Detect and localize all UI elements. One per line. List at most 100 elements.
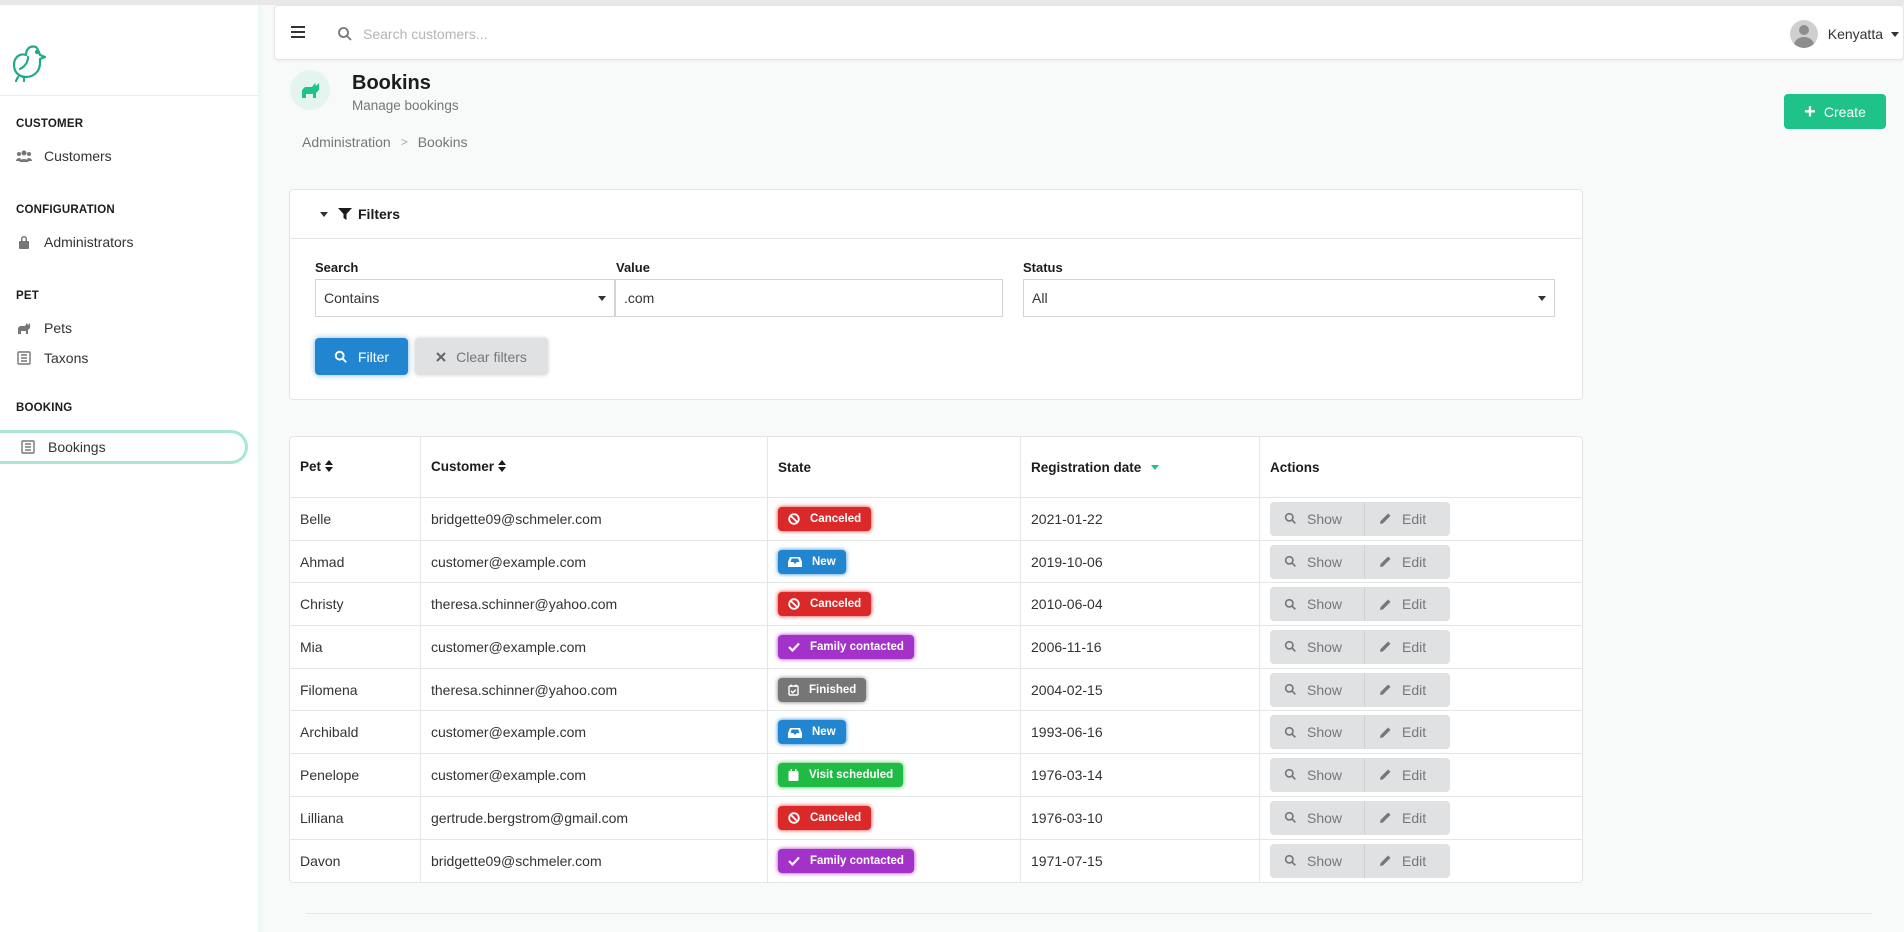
show-button[interactable]: Show xyxy=(1270,672,1364,707)
column-registration-date[interactable]: Registration date xyxy=(1021,437,1260,498)
pet-cell: Belle xyxy=(290,498,421,541)
table-row: Christy theresa.schinner@yahoo.com Cancele… xyxy=(290,583,1582,627)
customer-cell: customer@example.com xyxy=(421,626,768,669)
search-icon xyxy=(334,350,348,364)
sidebar-item-bookings[interactable]: Bookings xyxy=(0,430,248,464)
chevron-down-icon xyxy=(1891,31,1899,37)
search-icon xyxy=(1284,598,1297,611)
state-cell: New xyxy=(768,540,1021,584)
filter-button[interactable]: Filter xyxy=(315,338,408,375)
edit-button[interactable]: Edit xyxy=(1364,501,1450,536)
search-icon xyxy=(1284,683,1297,696)
user-menu[interactable]: Kenyatta xyxy=(1789,20,1903,48)
search-customers-input[interactable] xyxy=(363,20,963,48)
breadcrumb: Administration > Bookins xyxy=(302,134,468,150)
search-criteria-select[interactable]: Contains xyxy=(315,279,615,317)
show-button[interactable]: Show xyxy=(1270,587,1364,622)
show-button[interactable]: Show xyxy=(1270,629,1364,664)
section-customer: CUSTOMER xyxy=(16,118,84,130)
breadcrumb-administration[interactable]: Administration xyxy=(302,134,391,150)
logo-bird-icon[interactable] xyxy=(8,39,48,83)
status-select[interactable]: All xyxy=(1023,279,1555,317)
state-cell: Family contacted xyxy=(768,626,1021,669)
registration-date-cell: 1976-03-10 xyxy=(1021,796,1260,840)
pet-cell: Davon xyxy=(290,839,421,883)
bookings-table: Pet Customer State Registration date Act… xyxy=(289,436,1583,884)
clear-filters-button[interactable]: Clear filters xyxy=(415,338,548,375)
sort-icon xyxy=(325,459,334,475)
registration-date-cell: 2006-11-16 xyxy=(1021,626,1260,669)
status-badge: New xyxy=(778,720,846,745)
edit-button[interactable]: Edit xyxy=(1364,757,1450,792)
edit-button[interactable]: Edit xyxy=(1364,587,1450,622)
show-button[interactable]: Show xyxy=(1270,715,1364,750)
customer-cell: bridgette09@schmeler.com xyxy=(421,498,768,541)
status-badge: Canceled xyxy=(778,592,872,617)
pet-cell: Lilliana xyxy=(290,796,421,840)
edit-button[interactable]: Edit xyxy=(1364,800,1450,835)
caret-down-icon xyxy=(320,211,328,217)
column-customer[interactable]: Customer xyxy=(421,437,768,498)
show-button[interactable]: Show xyxy=(1270,501,1364,536)
show-button[interactable]: Show xyxy=(1270,757,1364,792)
state-cell: Visit scheduled xyxy=(768,754,1021,797)
table-row: Filomena theresa.schinner@yahoo.com Finish… xyxy=(290,668,1582,712)
registration-date-cell: 2021-01-22 xyxy=(1021,498,1260,541)
sidebar-item-administrators[interactable]: Administrators xyxy=(16,231,133,253)
sidebar-item-customers[interactable]: Customers xyxy=(16,145,112,167)
table-row: Penelope customer@example.com Visit schedu… xyxy=(290,754,1582,797)
edit-button[interactable]: Edit xyxy=(1364,672,1450,707)
sidebar-item-label: Administrators xyxy=(44,234,134,250)
pencil-icon xyxy=(1379,854,1392,867)
show-button[interactable]: Show xyxy=(1270,800,1364,835)
chevron-down-icon xyxy=(598,296,606,301)
status-badge: Visit scheduled xyxy=(778,762,904,787)
filters-title: Filters xyxy=(358,206,401,222)
section-pet: PET xyxy=(16,290,39,302)
top-bar: Kenyatta xyxy=(274,5,1904,60)
value-input[interactable]: .com xyxy=(615,279,1003,317)
users-icon xyxy=(16,148,32,164)
sidebar-item-taxons[interactable]: Taxons xyxy=(16,347,88,369)
actions-cell: Show Edit xyxy=(1260,583,1582,627)
filters-toggle[interactable]: Filters xyxy=(290,190,1582,239)
search-icon xyxy=(1284,768,1297,781)
value-input-text: .com xyxy=(624,290,655,306)
status-label: Status xyxy=(1023,260,1063,275)
customer-cell: theresa.schinner@yahoo.com xyxy=(421,583,768,627)
registration-date-cell: 2010-06-04 xyxy=(1021,583,1260,627)
table-row: Archibald customer@example.com New 1993-06-… xyxy=(290,711,1582,755)
sidebar-item-pets[interactable]: Pets xyxy=(16,317,72,339)
avatar xyxy=(1789,20,1818,48)
search-icon xyxy=(1284,811,1297,824)
logo-divider xyxy=(0,95,258,96)
edit-button[interactable]: Edit xyxy=(1364,544,1450,579)
pencil-icon xyxy=(1379,512,1392,525)
actions-cell: Show Edit xyxy=(1260,840,1582,883)
hamburger-menu-icon[interactable] xyxy=(291,26,305,38)
show-button[interactable]: Show xyxy=(1270,544,1364,579)
search-icon xyxy=(337,26,353,42)
create-button[interactable]: + Create xyxy=(1784,94,1886,129)
show-button[interactable]: Show xyxy=(1270,843,1364,878)
status-badge: Family contacted xyxy=(778,634,914,659)
close-icon xyxy=(436,351,446,362)
customer-cell: customer@example.com xyxy=(421,540,768,584)
pencil-icon xyxy=(1379,726,1392,739)
pet-cell: Filomena xyxy=(290,668,421,712)
registration-date-cell: 1976-03-14 xyxy=(1021,754,1260,797)
pencil-icon xyxy=(1379,811,1392,824)
chevron-down-icon xyxy=(1538,296,1546,301)
customer-cell: gertrude.bergstrom@gmail.com xyxy=(421,796,768,840)
search-icon xyxy=(1284,640,1297,653)
search-criteria-value: Contains xyxy=(324,290,380,306)
edit-button[interactable]: Edit xyxy=(1364,629,1450,664)
pet-cell: Ahmad xyxy=(290,540,421,584)
column-pet[interactable]: Pet xyxy=(290,437,421,498)
edit-button[interactable]: Edit xyxy=(1364,715,1450,750)
state-cell: Canceled xyxy=(768,583,1021,627)
edit-button[interactable]: Edit xyxy=(1364,843,1450,878)
table-header-row: Pet Customer State Registration date Act… xyxy=(290,437,1582,498)
actions-cell: Show Edit xyxy=(1260,711,1582,755)
user-name: Kenyatta xyxy=(1827,26,1883,42)
